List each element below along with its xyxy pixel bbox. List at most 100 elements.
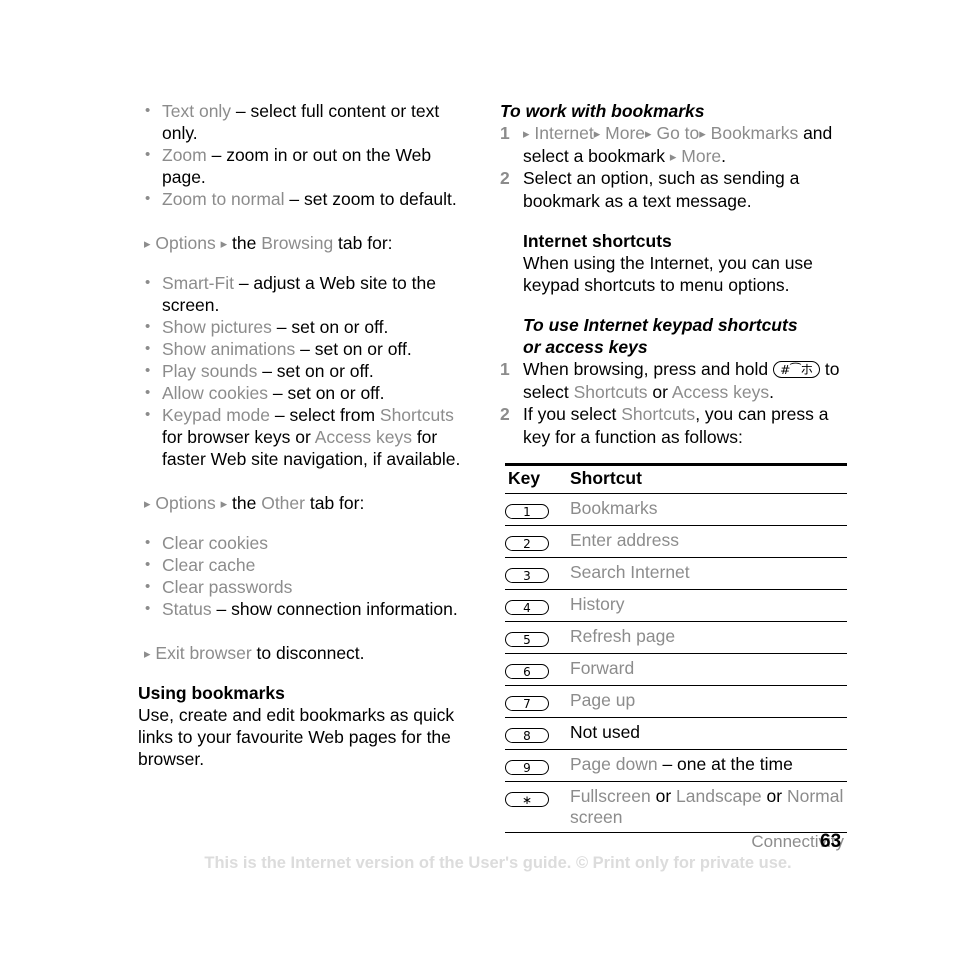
key-pill-1: 1: [505, 504, 549, 519]
bullet-list-other-options: Clear cookies Clear cache Clear password…: [138, 532, 468, 620]
triangle-bullet-icon: ▸: [699, 126, 706, 141]
procedure-heading-line-2: or access keys: [523, 337, 648, 357]
shortcut-label-plain: Not used: [570, 722, 641, 742]
bullet-list-browsing-options: Smart-Fit – adjust a Web site to the scr…: [138, 272, 468, 470]
shortcut-note: – one at the time: [657, 754, 793, 774]
section-heading-using-bookmarks: Using bookmarks: [138, 683, 285, 703]
key-pill-2: 2: [505, 536, 549, 551]
term-access-keys: Access keys: [314, 427, 412, 447]
key-cell: 5: [505, 621, 570, 654]
table-row: 8 Not used: [505, 717, 847, 750]
footer-page-number: 63: [820, 831, 842, 852]
step-connector-or: or: [647, 381, 672, 402]
shortcut-label: Page up: [570, 690, 636, 710]
menu-access-keys: Access keys: [671, 381, 770, 402]
internet-shortcuts-block: Internet shortcuts When using the Intern…: [500, 230, 850, 296]
key-cell: 7: [505, 685, 570, 718]
list-item-step-1: 1 ▸ Internet▸ More▸ Go to▸ Bookmarks and …: [500, 122, 850, 167]
menu-shortcuts: Shortcuts: [573, 381, 648, 402]
left-column: Text only – select full content or text …: [138, 100, 468, 770]
connector-text: the: [232, 233, 262, 253]
term-description: – set on or off.: [271, 317, 389, 337]
document-page: Text only – select full content or text …: [0, 0, 954, 954]
exit-browser-label: Exit browser: [155, 643, 252, 663]
menu-more: More: [605, 123, 646, 143]
term-shortcuts: Shortcuts: [379, 405, 454, 425]
table-row: ∗ Fullscreen or Landscape or Normal scre…: [505, 781, 847, 833]
options-other-line: ▸ Options ▸ the Other tab for:: [138, 492, 468, 514]
table-header-row: Key Shortcut: [505, 463, 847, 494]
table-row: 7 Page up: [505, 685, 847, 718]
menu-internet: Internet: [534, 123, 594, 143]
column-header-key: Key: [505, 463, 570, 494]
shortcut-cell: Refresh page: [570, 621, 847, 654]
key-cell: 4: [505, 589, 570, 622]
options-label: Options: [155, 493, 216, 513]
list-item: Clear cookies: [138, 532, 468, 554]
term: Play sounds: [162, 361, 258, 381]
menu-more-2: More: [681, 145, 722, 166]
term: Clear cookies: [162, 533, 269, 553]
key-pill-star: ∗: [505, 792, 549, 807]
term: Clear passwords: [162, 577, 293, 597]
table-row: 9 Page down – one at the time: [505, 749, 847, 782]
term: Zoom to normal: [162, 189, 285, 209]
key-cell: 8: [505, 717, 570, 750]
list-item-keypad-mode: Keypad mode – select from Shortcuts for …: [138, 404, 468, 470]
exit-browser-tail: to disconnect.: [251, 643, 365, 663]
list-item-step-2: 2 Select an option, such as sending a boo…: [500, 167, 850, 212]
triangle-bullet-icon: ▸: [645, 126, 652, 141]
term: Smart-Fit: [162, 273, 234, 293]
list-item-step-1: 1 When browsing, press and hold #⁀ホ to se…: [500, 358, 850, 403]
key-pill-5: 5: [505, 632, 549, 647]
step-number: 1: [500, 123, 510, 143]
key-pill-9: 9: [505, 760, 549, 775]
list-item: Show animations – set on or off.: [138, 338, 468, 360]
connector-text: the: [232, 493, 262, 513]
shortcut-cell: Enter address: [570, 525, 847, 558]
shortcut-label: Enter address: [570, 530, 679, 550]
numbered-list-work-with-bookmarks: 1 ▸ Internet▸ More▸ Go to▸ Bookmarks and …: [500, 122, 850, 212]
triangle-bullet-icon: ▸: [144, 236, 151, 251]
term: Status: [162, 599, 212, 619]
table-row: 5 Refresh page: [505, 621, 847, 654]
list-item: Clear passwords: [138, 576, 468, 598]
shortcut-table: Key Shortcut 1 Bookmarks 2 Enter address…: [505, 463, 847, 833]
table-row: 3 Search Internet: [505, 557, 847, 590]
list-item: Play sounds – set on or off.: [138, 360, 468, 382]
triangle-bullet-icon: ▸: [669, 148, 677, 164]
term: Zoom: [162, 145, 207, 165]
key-cell: 3: [505, 557, 570, 590]
tab-tail-text: tab for:: [333, 233, 393, 253]
key-pill-6: 6: [505, 664, 549, 679]
shortcut-cell: Bookmarks: [570, 493, 847, 526]
key-cell: ∗: [505, 781, 570, 833]
shortcut-label: Search Internet: [570, 562, 690, 582]
column-header-shortcut: Shortcut: [570, 463, 847, 494]
hash-key-glyph-icon: #⁀ホ: [773, 361, 821, 378]
term-description: – set zoom to default.: [284, 189, 457, 209]
step-number: 2: [500, 168, 510, 188]
shortcut-label: Bookmarks: [570, 498, 658, 518]
term: Show animations: [162, 339, 296, 359]
table-row: 2 Enter address: [505, 525, 847, 558]
tab-label: Browsing: [261, 233, 334, 253]
term-description: – set on or off.: [257, 361, 374, 381]
key-pill-3: 3: [505, 568, 549, 583]
table-row: 4 History: [505, 589, 847, 622]
options-label: Options: [155, 233, 216, 253]
shortcut-cell: Fullscreen or Landscape or Normal screen: [570, 781, 847, 833]
shortcut-label: History: [570, 594, 625, 614]
shortcut-cell: Page up: [570, 685, 847, 718]
term-description: – show connection information.: [211, 599, 458, 619]
step-number: 2: [500, 404, 510, 424]
menu-bookmarks: Bookmarks: [710, 123, 799, 143]
key-cell: 1: [505, 493, 570, 526]
term: Text only: [162, 101, 232, 121]
list-item: Clear cache: [138, 554, 468, 576]
step-text-pre: If you select: [523, 404, 622, 424]
